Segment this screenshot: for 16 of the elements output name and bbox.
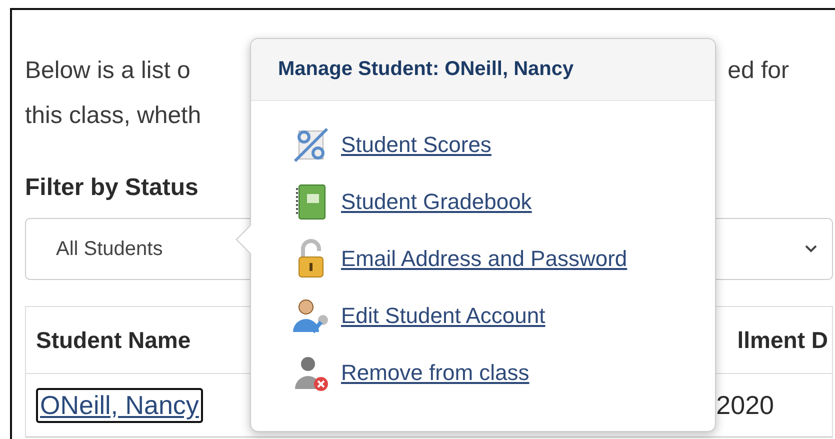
menu-link[interactable]: Email Address and Password [341, 246, 628, 272]
percent-icon [291, 125, 331, 165]
intro-text: ed for [728, 56, 789, 84]
chevron-down-icon [804, 244, 818, 254]
column-header: Student Name [36, 326, 191, 354]
table-cell: 2020 [716, 390, 774, 420]
intro-text: this class, wheth [25, 102, 202, 130]
intro-text: Below is a list o [25, 56, 190, 84]
menu-link[interactable]: Remove from class [341, 360, 530, 386]
student-name-link[interactable]: ONeill, Nancy [36, 388, 203, 422]
filter-label: Filter by Status [25, 174, 198, 202]
menu-link[interactable]: Student Scores [341, 132, 492, 158]
menu-link[interactable]: Edit Student Account [341, 303, 546, 329]
menu-link[interactable]: Student Gradebook [341, 189, 532, 215]
column-header: llment D [737, 326, 828, 354]
popover-title: Manage Student: ONeill, Nancy [278, 58, 574, 81]
